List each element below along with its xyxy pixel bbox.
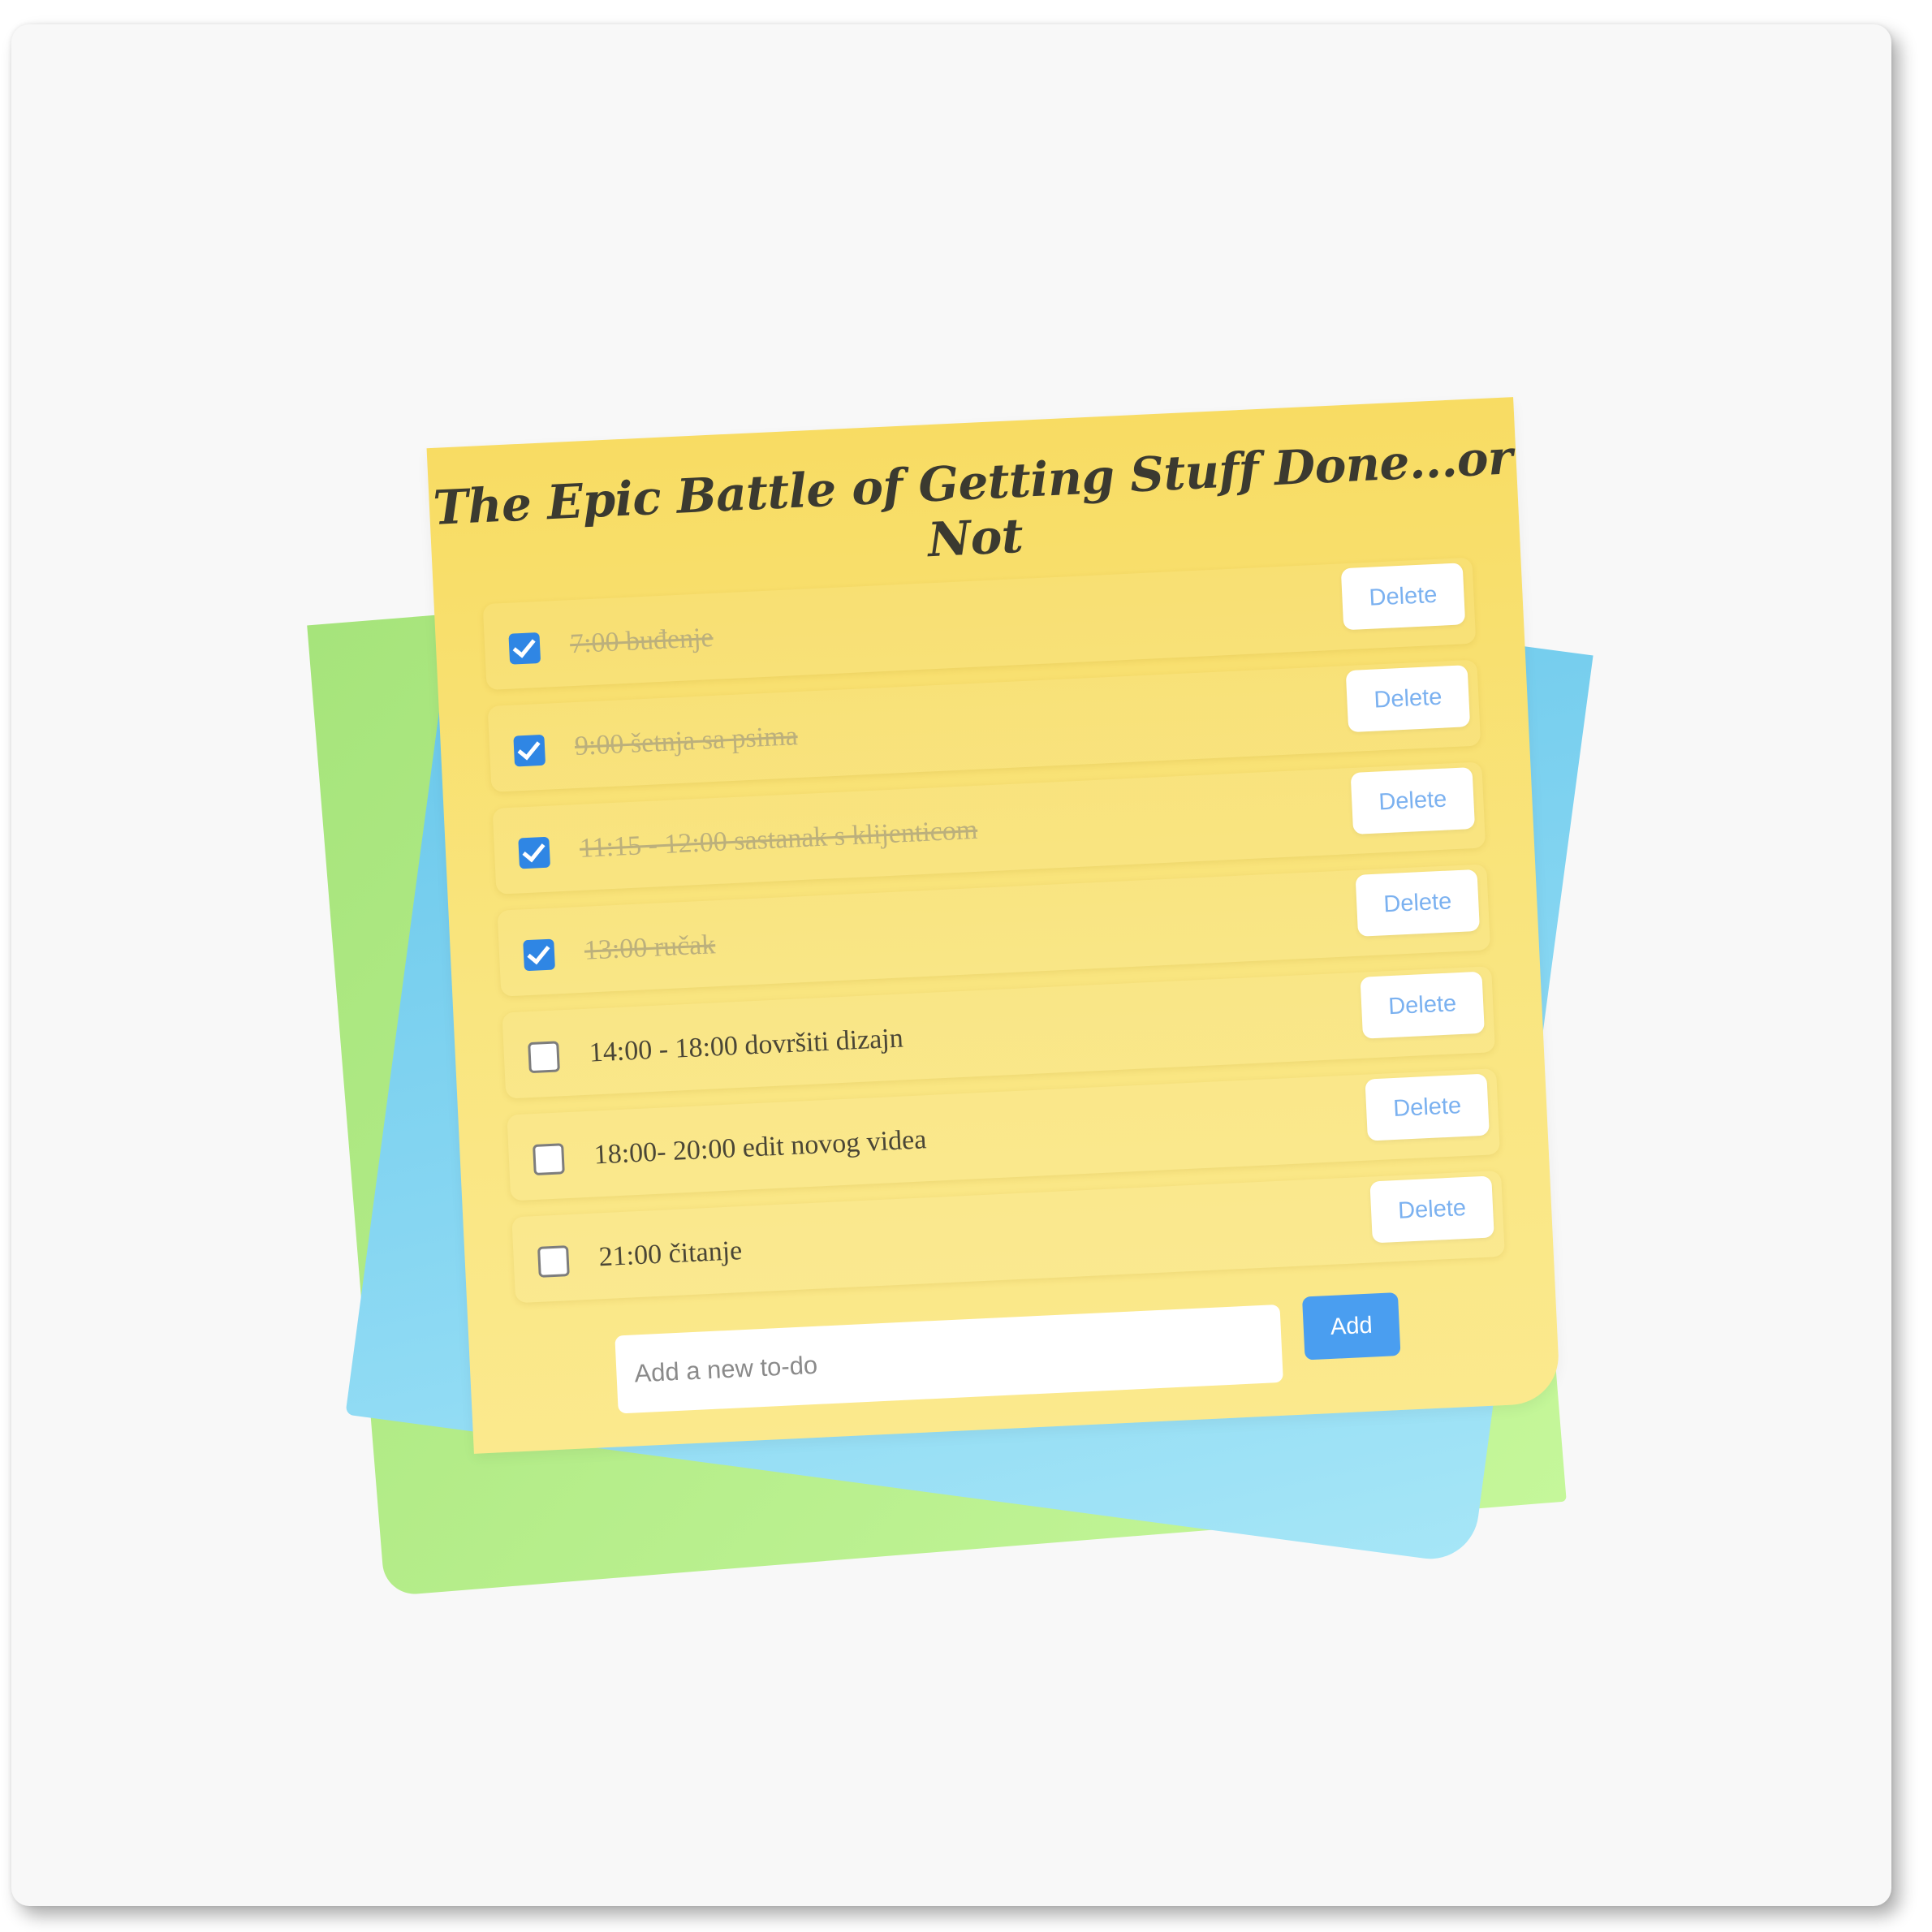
delete-button[interactable]: Delete bbox=[1345, 665, 1471, 733]
todo-text: 13:00 ručak bbox=[584, 929, 717, 966]
delete-button[interactable]: Delete bbox=[1360, 971, 1485, 1039]
check-icon bbox=[522, 838, 546, 863]
delete-button[interactable]: Delete bbox=[1365, 1073, 1490, 1141]
todo-text: 18:00- 20:00 edit novog videa bbox=[593, 1124, 928, 1171]
delete-button[interactable]: Delete bbox=[1355, 869, 1480, 937]
todo-text: 11:15 - 12:00 sastanak s klijenticom bbox=[579, 814, 979, 864]
todo-checkbox[interactable] bbox=[513, 734, 546, 767]
delete-button[interactable]: Delete bbox=[1340, 563, 1466, 631]
todo-checkbox[interactable] bbox=[518, 836, 551, 869]
new-todo-input[interactable] bbox=[615, 1304, 1283, 1414]
todo-text: 14:00 - 18:00 dovršiti dizajn bbox=[588, 1023, 904, 1068]
check-icon bbox=[527, 940, 550, 965]
todo-checkbox[interactable] bbox=[508, 632, 541, 665]
todo-checkbox[interactable] bbox=[523, 938, 555, 972]
check-icon bbox=[512, 634, 536, 658]
app-frame: The Epic Battle of Getting Stuff Done...… bbox=[11, 24, 1891, 1906]
todo-checkbox[interactable] bbox=[528, 1041, 560, 1074]
todo-card: The Epic Battle of Getting Stuff Done...… bbox=[426, 397, 1561, 1454]
add-todo-form: Add bbox=[615, 1292, 1413, 1414]
check-icon bbox=[517, 735, 541, 761]
todo-text: 7:00 buđenje bbox=[569, 622, 714, 660]
todo-checkbox[interactable] bbox=[537, 1245, 570, 1278]
todo-list: 7:00 buđenje Delete 9:00 šetnja sa psima… bbox=[482, 557, 1506, 1319]
delete-button[interactable]: Delete bbox=[1350, 767, 1476, 834]
add-button[interactable]: Add bbox=[1301, 1292, 1401, 1361]
todo-checkbox[interactable] bbox=[533, 1143, 565, 1176]
todo-text: 9:00 šetnja sa psima bbox=[574, 721, 799, 762]
todo-text: 21:00 čitanje bbox=[597, 1236, 743, 1273]
delete-button[interactable]: Delete bbox=[1369, 1175, 1494, 1244]
